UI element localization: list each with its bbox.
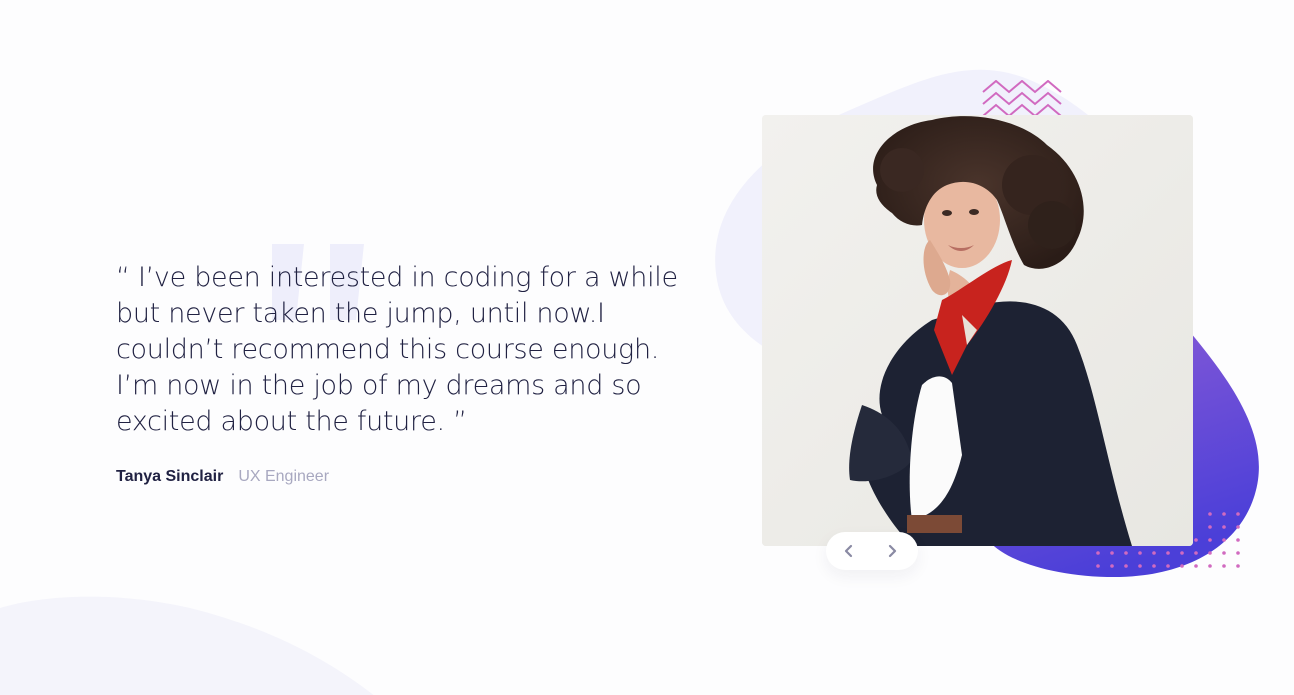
testimonial-section: “ I’ve been interested in coding for a w… bbox=[0, 0, 1294, 695]
decor-dot bbox=[1236, 564, 1240, 568]
decor-dot bbox=[1194, 551, 1198, 555]
next-button[interactable] bbox=[879, 538, 905, 564]
bottom-wave-decoration bbox=[0, 596, 374, 695]
decor-dot bbox=[1208, 512, 1212, 516]
decor-dot bbox=[1110, 564, 1114, 568]
decor-dot bbox=[1208, 538, 1212, 542]
decor-dot bbox=[1124, 564, 1128, 568]
decor-dot bbox=[1208, 564, 1212, 568]
decor-dot bbox=[1138, 564, 1142, 568]
chevron-left-icon bbox=[844, 544, 853, 558]
chevron-right-icon bbox=[888, 544, 897, 558]
author-name: Tanya Sinclair bbox=[116, 468, 224, 485]
decor-dot bbox=[1222, 538, 1226, 542]
testimonial-author: Tanya Sinclair UX Engineer bbox=[116, 467, 329, 487]
decor-dot bbox=[1194, 564, 1198, 568]
decor-dot bbox=[1222, 512, 1226, 516]
decor-dot bbox=[1222, 564, 1226, 568]
decor-dot bbox=[1096, 564, 1100, 568]
decor-dot bbox=[1208, 551, 1212, 555]
decor-dot bbox=[1124, 551, 1128, 555]
decor-dot bbox=[1096, 551, 1100, 555]
decor-dot bbox=[1152, 551, 1156, 555]
decor-dot bbox=[1236, 538, 1240, 542]
decor-dot bbox=[1222, 525, 1226, 529]
previous-button[interactable] bbox=[836, 538, 862, 564]
decor-dot bbox=[1180, 564, 1184, 568]
decor-dot bbox=[1236, 512, 1240, 516]
decor-dot bbox=[1194, 538, 1198, 542]
slider-nav bbox=[826, 532, 918, 570]
portrait-illustration bbox=[762, 115, 1193, 546]
decor-dot bbox=[1152, 564, 1156, 568]
portrait-photo bbox=[762, 115, 1193, 546]
zigzag-decoration bbox=[982, 80, 1062, 116]
decor-dot bbox=[1222, 551, 1226, 555]
decor-dot bbox=[1138, 551, 1142, 555]
decor-dot bbox=[1166, 551, 1170, 555]
decor-dot bbox=[1208, 525, 1212, 529]
decor-dot bbox=[1236, 525, 1240, 529]
decor-dot bbox=[1236, 551, 1240, 555]
decor-dot bbox=[1166, 564, 1170, 568]
decor-dot bbox=[1110, 551, 1114, 555]
testimonial-quote: “ I’ve been interested in coding for a w… bbox=[116, 262, 678, 437]
author-role: UX Engineer bbox=[238, 468, 330, 485]
decor-dot bbox=[1180, 551, 1184, 555]
